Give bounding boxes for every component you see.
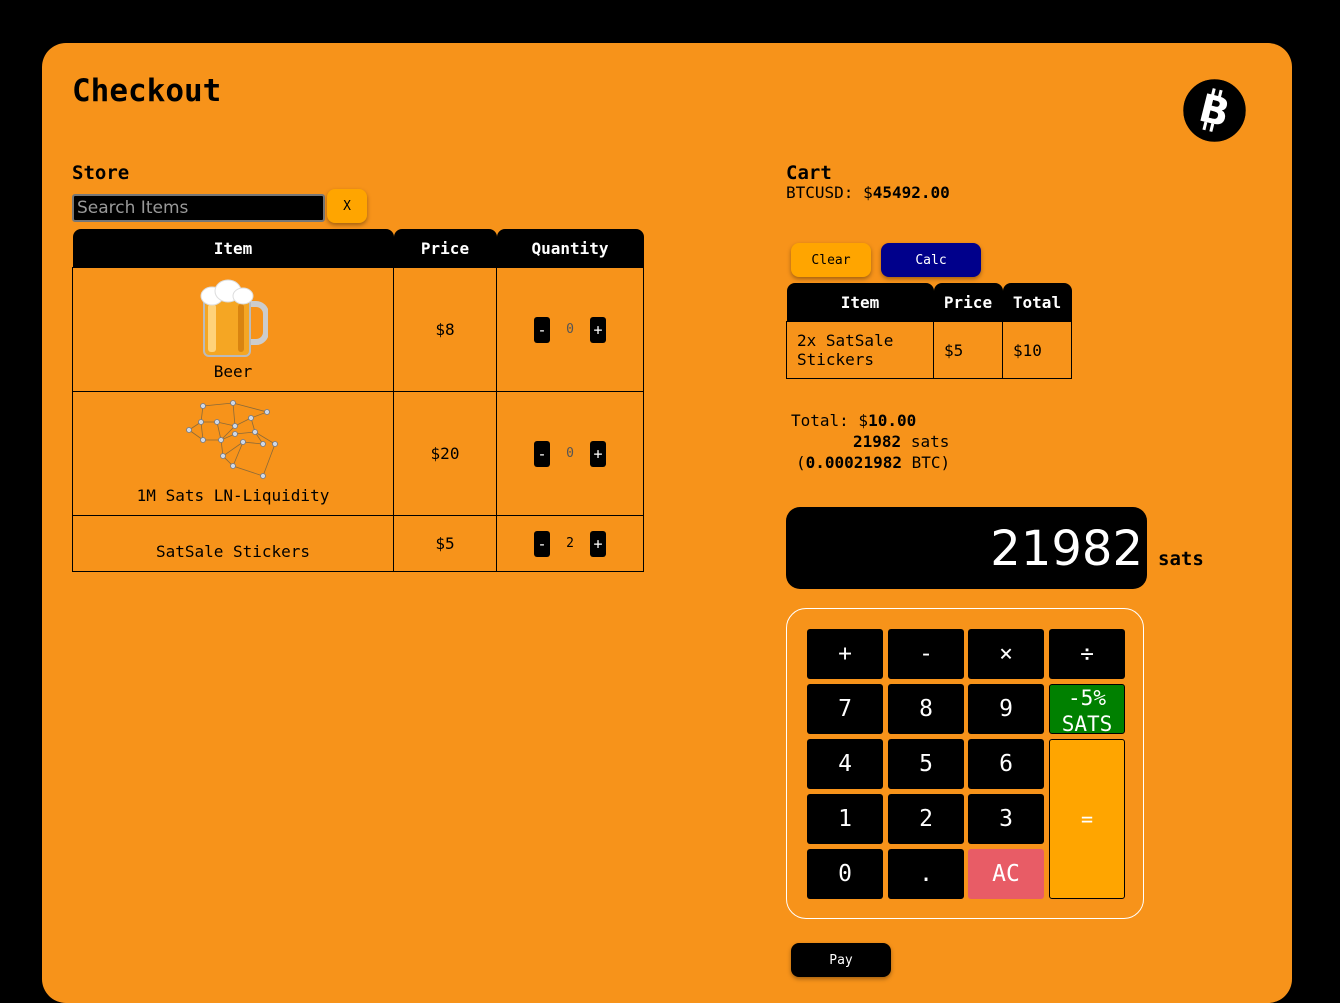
item-price: $20: [393, 391, 497, 516]
multiply-key[interactable]: ×: [968, 629, 1044, 679]
digit-0-key[interactable]: 0: [807, 849, 883, 899]
pay-button[interactable]: Pay: [791, 943, 891, 977]
cart-total: $10: [1002, 321, 1072, 379]
column-header-total: Total: [1002, 283, 1072, 322]
column-header-quantity: Quantity: [496, 229, 644, 268]
item-name: 1M Sats LN-Liquidity: [136, 486, 330, 505]
quantity-stepper: - +: [534, 316, 606, 343]
digit-3-key[interactable]: 3: [968, 794, 1044, 844]
digit-5-key[interactable]: 5: [888, 739, 964, 789]
quantity-field[interactable]: [550, 535, 590, 552]
decrease-quantity-button[interactable]: -: [534, 316, 550, 343]
item-price: $5: [393, 515, 497, 572]
item-name: Beer: [213, 362, 253, 381]
order-totals: Total: $10.00 21982 sats (0.00021982 BTC…: [791, 410, 950, 473]
minus-key[interactable]: -: [888, 629, 964, 679]
cart-table: Item Price Total 2x SatSale Stickers $5 …: [786, 283, 1072, 379]
decimal-point-key[interactable]: .: [888, 849, 964, 899]
calculator-keypad: + - × ÷ 7 8 9 -5% SATS 4 5 6 = 1 2 3 0 . …: [786, 608, 1144, 919]
item-name: SatSale Stickers: [155, 542, 311, 561]
table-row: 1M Sats LN-Liquidity $20 - +: [72, 391, 644, 516]
btc-value: 0.00021982: [805, 453, 902, 472]
display-unit: sats: [1158, 548, 1204, 570]
sats-value: 21982: [853, 432, 902, 451]
quantity-field[interactable]: [550, 445, 590, 462]
discount-key-line1: -5%: [1068, 686, 1106, 710]
quantity-cell: - +: [496, 391, 644, 516]
clear-cart-button[interactable]: Clear: [791, 243, 871, 277]
column-header-price: Price: [393, 229, 497, 268]
quantity-cell: - +: [496, 267, 644, 392]
sats-unit: sats: [910, 432, 950, 451]
beer-mug-icon: [200, 279, 268, 357]
total-sats: 21982 sats: [791, 431, 950, 452]
btcusd-rate: BTCUSD: $45492.00: [786, 183, 950, 202]
rate-value: 45492.00: [872, 183, 950, 202]
calc-button[interactable]: Calc: [881, 243, 981, 277]
column-header-item: Item: [786, 283, 934, 322]
item-cell: SatSale Stickers: [72, 515, 394, 572]
quantity-cell: - +: [496, 515, 644, 572]
calculator-display: 21982: [786, 507, 1147, 589]
equals-key[interactable]: =: [1049, 739, 1125, 899]
digit-6-key[interactable]: 6: [968, 739, 1044, 789]
digit-7-key[interactable]: 7: [807, 684, 883, 734]
clear-search-button[interactable]: X: [327, 189, 367, 223]
increase-quantity-button[interactable]: +: [590, 440, 606, 467]
increase-quantity-button[interactable]: +: [590, 316, 606, 343]
discount-5-percent-key[interactable]: -5% SATS: [1049, 684, 1125, 736]
page-title: Checkout: [72, 73, 222, 109]
quantity-field[interactable]: [550, 321, 590, 338]
bitcoin-logo-icon: B: [1182, 78, 1247, 143]
plus-key[interactable]: +: [807, 629, 883, 679]
table-row: SatSale Stickers $5 - +: [72, 515, 644, 572]
decrease-quantity-button[interactable]: -: [534, 530, 550, 557]
network-graph-icon: [186, 400, 278, 479]
digit-1-key[interactable]: 1: [807, 794, 883, 844]
divide-key[interactable]: ÷: [1049, 629, 1125, 679]
cart-item: 2x SatSale Stickers: [786, 321, 934, 379]
digit-9-key[interactable]: 9: [968, 684, 1044, 734]
store-heading: Store: [72, 162, 130, 184]
cart-price: $5: [933, 321, 1003, 379]
rate-label: BTCUSD: $: [786, 183, 873, 202]
item-cell: Beer: [72, 267, 394, 392]
total-usd: Total: $10.00: [791, 410, 950, 431]
total-label: Total: $: [791, 411, 869, 430]
total-btc: (0.00021982 BTC): [791, 452, 950, 473]
all-clear-key[interactable]: AC: [968, 849, 1044, 899]
store-table: Item Price Quantity Beer $8 - +: [72, 229, 644, 572]
quantity-stepper: - +: [534, 440, 606, 467]
table-row: 2x SatSale Stickers $5 $10: [786, 321, 1072, 379]
digit-8-key[interactable]: 8: [888, 684, 964, 734]
digit-2-key[interactable]: 2: [888, 794, 964, 844]
increase-quantity-button[interactable]: +: [590, 530, 606, 557]
btc-open: (: [796, 453, 806, 472]
item-price: $8: [393, 267, 497, 392]
search-input[interactable]: [72, 194, 325, 222]
quantity-stepper: - +: [534, 530, 606, 557]
decrease-quantity-button[interactable]: -: [534, 440, 550, 467]
discount-key-line2: SATS: [1061, 712, 1113, 736]
btc-unit: BTC): [911, 453, 951, 472]
total-value: 10.00: [868, 411, 917, 430]
column-header-item: Item: [72, 229, 394, 268]
column-header-price: Price: [933, 283, 1003, 322]
item-cell: 1M Sats LN-Liquidity: [72, 391, 394, 516]
digit-4-key[interactable]: 4: [807, 739, 883, 789]
table-row: Beer $8 - +: [72, 267, 644, 392]
cart-heading: Cart: [786, 162, 832, 184]
